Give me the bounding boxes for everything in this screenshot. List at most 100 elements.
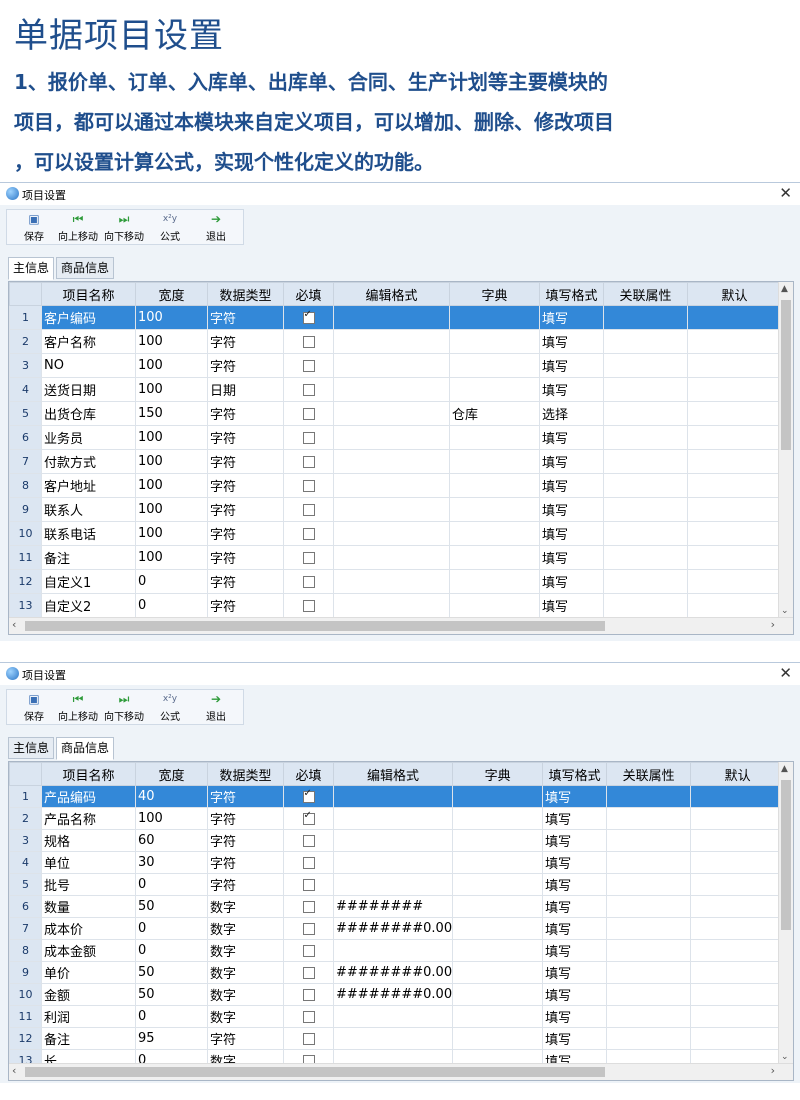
required-checkbox[interactable] — [302, 1032, 315, 1045]
item-name-cell[interactable]: 规格 — [41, 829, 136, 852]
edit-format-cell[interactable] — [332, 1027, 454, 1050]
required-checkbox[interactable] — [302, 988, 315, 1001]
fill-format-cell[interactable]: 填写 — [542, 1005, 608, 1028]
fill-format-cell[interactable]: 填写 — [539, 497, 604, 522]
related-attribute-cell[interactable] — [603, 305, 688, 330]
edit-format-cell[interactable] — [333, 593, 450, 618]
required-checkbox[interactable] — [302, 383, 315, 396]
related-attribute-cell[interactable] — [606, 961, 692, 984]
default-cell[interactable] — [687, 545, 782, 570]
column-header[interactable]: 编辑格式 — [332, 762, 454, 786]
width-cell[interactable]: 100 — [135, 807, 208, 830]
item-name-cell[interactable]: 付款方式 — [41, 449, 136, 474]
item-name-cell[interactable]: 批号 — [41, 873, 136, 896]
related-attribute-cell[interactable] — [603, 401, 688, 426]
width-cell[interactable]: 100 — [135, 425, 208, 450]
item-name-cell[interactable]: 客户地址 — [41, 473, 136, 498]
dictionary-cell[interactable] — [449, 545, 540, 570]
default-cell[interactable] — [687, 569, 782, 594]
required-checkbox[interactable] — [302, 551, 315, 564]
width-cell[interactable]: 0 — [135, 1005, 208, 1028]
column-header[interactable]: 填写格式 — [542, 762, 608, 786]
table-row[interactable]: 3 NO 100 字符 填写 — [9, 353, 782, 378]
tab-product-info[interactable]: 商品信息 — [56, 257, 115, 279]
table-row[interactable]: 1产品编码40字符 填写 — [9, 785, 786, 808]
edit-format-cell[interactable] — [332, 1005, 454, 1028]
default-cell[interactable] — [690, 807, 786, 830]
width-cell[interactable]: 60 — [135, 829, 208, 852]
required-checkbox[interactable] — [302, 479, 315, 492]
fill-format-cell[interactable]: 填写 — [542, 917, 608, 940]
table-row[interactable]: 2 客户名称 100 字符 填写 — [9, 329, 782, 354]
edit-format-cell[interactable]: ########0.00 — [332, 961, 454, 984]
tab-main-info[interactable]: 主信息 — [8, 737, 55, 759]
item-name-cell[interactable]: 产品名称 — [41, 807, 136, 830]
close-icon[interactable]: ✕ — [779, 664, 792, 682]
vertical-scrollbar[interactable]: ▲ ⌄ — [778, 282, 793, 618]
horizontal-scrollbar[interactable]: ‹ › — [9, 1063, 793, 1080]
related-attribute-cell[interactable] — [606, 807, 692, 830]
related-attribute-cell[interactable] — [606, 983, 692, 1006]
default-cell[interactable] — [687, 497, 782, 522]
data-type-cell[interactable]: 数字 — [207, 983, 284, 1006]
edit-format-cell[interactable] — [333, 425, 450, 450]
width-cell[interactable]: 0 — [135, 939, 208, 962]
data-type-cell[interactable]: 数字 — [207, 895, 284, 918]
scroll-thumb[interactable] — [781, 780, 791, 930]
dictionary-cell[interactable] — [452, 851, 544, 874]
required-checkbox[interactable] — [302, 856, 315, 869]
related-attribute-cell[interactable] — [606, 873, 692, 896]
item-name-cell[interactable]: 产品编码 — [41, 785, 136, 808]
default-cell[interactable] — [687, 401, 782, 426]
related-attribute-cell[interactable] — [603, 497, 688, 522]
item-name-cell[interactable]: 业务员 — [41, 425, 136, 450]
default-cell[interactable] — [687, 449, 782, 474]
dictionary-cell[interactable] — [449, 329, 540, 354]
item-name-cell[interactable]: 利润 — [41, 1005, 136, 1028]
data-type-cell[interactable]: 数字 — [207, 961, 284, 984]
width-cell[interactable]: 40 — [135, 785, 208, 808]
related-attribute-cell[interactable] — [603, 545, 688, 570]
table-row[interactable]: 11 备注 100 字符 填写 — [9, 545, 782, 570]
data-type-cell[interactable]: 字符 — [207, 497, 284, 522]
table-row[interactable]: 5 批号 0 字符 填写 — [9, 873, 786, 896]
column-header[interactable]: 宽度 — [135, 762, 208, 786]
width-cell[interactable]: 0 — [135, 917, 208, 940]
table-row[interactable]: 5 出货仓库 150 字符 仓库 选择 — [9, 401, 782, 426]
data-type-cell[interactable]: 字符 — [207, 305, 284, 330]
data-type-cell[interactable]: 字符 — [207, 851, 284, 874]
column-header[interactable]: 数据类型 — [207, 282, 284, 306]
related-attribute-cell[interactable] — [606, 1005, 692, 1028]
fill-format-cell[interactable]: 填写 — [539, 425, 604, 450]
data-type-cell[interactable]: 字符 — [207, 449, 284, 474]
required-checkbox[interactable] — [302, 900, 315, 913]
table-row[interactable]: 13 自定义2 0 字符 填写 — [9, 593, 782, 618]
table-row[interactable]: 4 送货日期 100 日期 填写 — [9, 377, 782, 402]
fill-format-cell[interactable]: 填写 — [542, 807, 608, 830]
column-header[interactable]: 项目名称 — [41, 762, 136, 786]
exit-button[interactable]: ➔ 退出 — [193, 692, 239, 723]
default-cell[interactable] — [690, 1005, 786, 1028]
default-cell[interactable] — [690, 895, 786, 918]
edit-format-cell[interactable] — [333, 353, 450, 378]
edit-format-cell[interactable] — [332, 785, 454, 808]
width-cell[interactable]: 100 — [135, 545, 208, 570]
scroll-right-icon[interactable]: › — [771, 618, 775, 631]
width-cell[interactable]: 0 — [135, 593, 208, 618]
data-type-cell[interactable]: 字符 — [207, 353, 284, 378]
dictionary-cell[interactable] — [452, 1027, 544, 1050]
required-checkbox[interactable] — [302, 503, 315, 516]
fill-format-cell[interactable]: 填写 — [539, 449, 604, 474]
fill-format-cell[interactable]: 填写 — [539, 305, 604, 330]
fill-format-cell[interactable]: 填写 — [539, 593, 604, 618]
save-button[interactable]: ▣ 保存 — [11, 212, 57, 243]
related-attribute-cell[interactable] — [603, 353, 688, 378]
fill-format-cell[interactable]: 填写 — [539, 377, 604, 402]
edit-format-cell[interactable] — [332, 873, 454, 896]
edit-format-cell[interactable] — [333, 473, 450, 498]
required-checkbox[interactable] — [302, 922, 315, 935]
required-checkbox[interactable] — [302, 309, 315, 324]
default-cell[interactable] — [690, 1027, 786, 1050]
dictionary-cell[interactable] — [449, 425, 540, 450]
column-header[interactable]: 默认 — [690, 762, 786, 786]
